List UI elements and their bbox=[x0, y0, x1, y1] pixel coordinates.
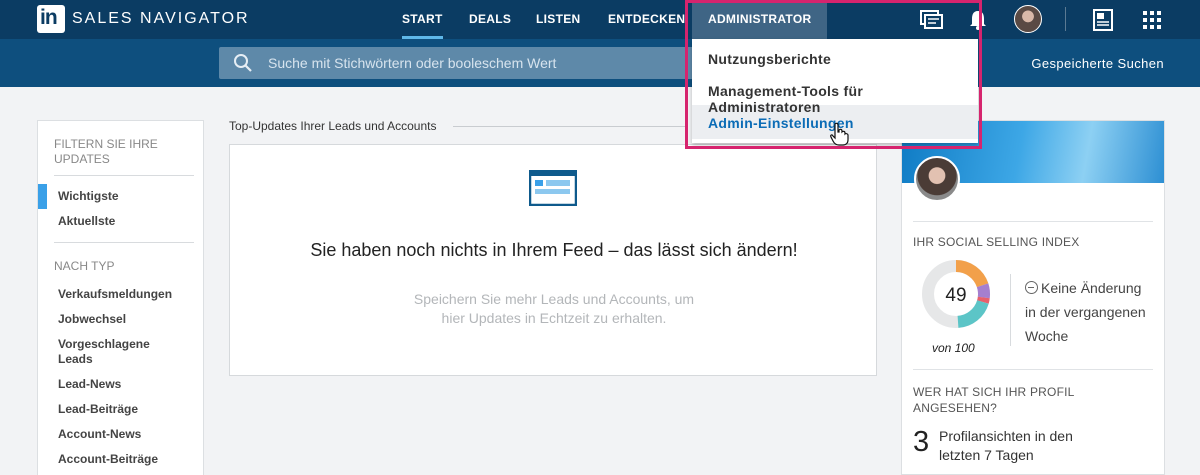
search-icon bbox=[234, 54, 252, 72]
nav-listen[interactable]: LISTEN bbox=[536, 0, 580, 39]
search-input[interactable]: Suche mit Stichwörtern oder booleschem W… bbox=[219, 47, 699, 79]
feed-section-title: Top-Updates Ihrer Leads und Accounts bbox=[229, 119, 437, 133]
brand-name[interactable]: SALES NAVIGATOR bbox=[72, 10, 250, 28]
type-jobwechsel[interactable]: Jobwechsel bbox=[58, 312, 126, 327]
ssi-score: 49 bbox=[945, 285, 967, 306]
search-band: Suche mit Stichwörtern oder booleschem W… bbox=[0, 39, 1200, 87]
feed-empty-text: Speichern Sie mehr Leads und Accounts, u… bbox=[413, 291, 695, 307]
selected-indicator bbox=[38, 184, 47, 209]
divider bbox=[54, 175, 194, 176]
top-nav-bar: in SALES NAVIGATOR START DEALS LISTEN EN… bbox=[0, 0, 1200, 39]
profile-card: IHR SOCIAL SELLING INDEX 49 von 100 Kein… bbox=[901, 120, 1165, 475]
sort-wichtigste[interactable]: Wichtigste bbox=[58, 189, 119, 204]
linkedin-logo[interactable]: in bbox=[37, 5, 65, 33]
feed-empty-text: hier Updates in Echtzeit zu erhalten. bbox=[441, 310, 667, 326]
divider bbox=[913, 369, 1153, 370]
divider bbox=[54, 242, 194, 243]
nav-divider bbox=[1065, 7, 1066, 31]
profile-views-text[interactable]: Profilansichten in den letzten 7 Tagen bbox=[939, 427, 1089, 465]
filter-heading: FILTERN SIE IHRE UPDATES bbox=[54, 137, 158, 166]
ssi-out-of: von 100 bbox=[932, 341, 975, 355]
type-account-beitraege[interactable]: Account-Beiträge bbox=[58, 452, 158, 467]
no-change-icon bbox=[1025, 281, 1038, 294]
saved-searches-link[interactable]: Gespeicherte Suchen bbox=[1031, 56, 1164, 71]
nav-deals[interactable]: DEALS bbox=[469, 0, 511, 39]
apps-grid-icon[interactable] bbox=[1139, 7, 1165, 33]
divider bbox=[913, 221, 1153, 222]
type-verkaufsmeldungen[interactable]: Verkaufsmeldungen bbox=[58, 287, 172, 302]
profile-views-count[interactable]: 3 bbox=[913, 426, 929, 459]
hand-cursor-icon bbox=[830, 122, 849, 146]
feed-empty-heading: Sie haben noch nichts in Ihrem Feed – da… bbox=[310, 240, 798, 260]
profile-views-label: WER HAT SICH IHR PROFIL ANGESEHEN? bbox=[913, 385, 1075, 415]
type-heading: NACH TYP bbox=[54, 259, 115, 273]
nav-start[interactable]: START bbox=[402, 0, 443, 39]
divider bbox=[453, 126, 685, 127]
search-placeholder: Suche mit Stichwörtern oder booleschem W… bbox=[268, 55, 557, 71]
ssi-change: Keine Änderung in der vergangenen Woche bbox=[1025, 280, 1146, 344]
sort-aktuellste[interactable]: Aktuellste bbox=[58, 214, 115, 229]
ssi-label: IHR SOCIAL SELLING INDEX bbox=[913, 235, 1080, 249]
feed-empty-icon bbox=[529, 170, 577, 206]
notes-icon[interactable] bbox=[1090, 7, 1116, 33]
feed-card: Sie haben noch nichts in Ihrem Feed – da… bbox=[229, 144, 877, 376]
divider bbox=[1010, 274, 1011, 346]
avatar[interactable] bbox=[1014, 5, 1042, 33]
type-account-news[interactable]: Account-News bbox=[58, 427, 141, 442]
type-lead-news[interactable]: Lead-News bbox=[58, 377, 121, 392]
profile-avatar[interactable] bbox=[914, 156, 960, 202]
type-lead-beitraege[interactable]: Lead-Beiträge bbox=[58, 402, 138, 417]
type-vorgeschlagene-leads[interactable]: Vorgeschlagene Leads bbox=[58, 337, 168, 367]
filter-panel: FILTERN SIE IHRE UPDATES Wichtigste Aktu… bbox=[37, 120, 204, 475]
nav-entdecken[interactable]: ENTDECKEN bbox=[608, 0, 685, 39]
